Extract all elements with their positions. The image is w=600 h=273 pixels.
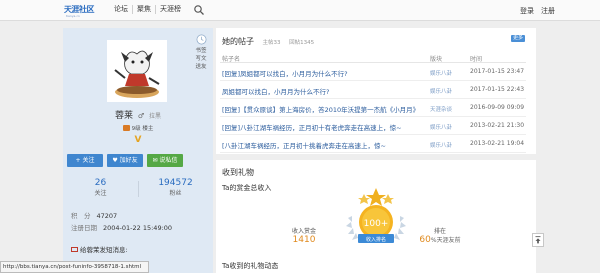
main-nav: 论坛 聚焦 天涯榜	[110, 5, 185, 14]
private-message-button[interactable]: ✉ 说私信	[147, 154, 183, 167]
post-time: 2016-09-09 09:09	[470, 104, 525, 111]
following-label: 关注	[94, 190, 107, 197]
nav-item-ranking[interactable]: 天涯榜	[156, 5, 185, 14]
col-board: 版块	[430, 56, 443, 63]
level-text: 9级 楼主	[131, 126, 154, 132]
score-label: 积 分	[71, 212, 91, 220]
register-date-value: 2004-01-22 15:49:00	[103, 224, 173, 232]
user-name-row: 蓉莱 ♂ 拉黑	[63, 108, 213, 121]
post-time: 2017-01-15 23:47	[470, 68, 525, 75]
write-link[interactable]: 写文	[191, 55, 211, 63]
logo-subtext: tianya.cn	[66, 14, 80, 18]
post-board-link[interactable]: 娱乐八卦	[430, 87, 452, 95]
following-stat[interactable]: 26 关注	[63, 178, 138, 198]
fans-stat[interactable]: 194572 粉丝	[138, 178, 213, 198]
stats-divider	[138, 181, 139, 197]
nav-item-forum[interactable]: 论坛	[110, 5, 133, 14]
post-time: 2013-02-21 19:04	[470, 140, 525, 147]
action-buttons: + 关注 ♥ 加好友 ✉ 说私信	[67, 154, 183, 167]
post-title-link[interactable]: [八卦江湖车祸经历，正月初十挑着虎奔走在高速上，惊~	[222, 140, 422, 150]
post-title-link[interactable]: 凤姐都可以找白，小月月为什么不行?	[222, 86, 422, 96]
table-row: 凤姐都可以找白，小月月为什么不行? 娱乐八卦 2017-01-15 22:43	[220, 82, 526, 99]
rank-percent-label: 排在	[433, 228, 446, 235]
gift-income-subtitle: Ta的赏金总收入	[222, 184, 272, 192]
income-value: 1410	[292, 235, 316, 245]
rank-percent-box: 排在 60%天涯友前	[412, 226, 468, 245]
main-post-count: 主帖33	[262, 40, 281, 46]
block-link[interactable]: 拉黑	[149, 113, 161, 120]
section-divider	[216, 154, 536, 160]
post-board-link[interactable]: 娱乐八卦	[430, 123, 452, 131]
following-count: 26	[94, 178, 107, 188]
more-posts-button[interactable]: 更多	[511, 35, 525, 42]
post-board-link[interactable]: 娱乐八卦	[430, 69, 452, 77]
fans-count: 194572	[158, 178, 193, 188]
register-date-label: 注册日期	[71, 224, 97, 232]
post-time: 2017-01-15 22:43	[470, 86, 525, 93]
col-time: 时间	[470, 56, 483, 63]
side-quick-links: 书签 写文 送友	[191, 34, 211, 71]
verified-v-icon: V	[134, 135, 142, 145]
table-row: [八卦江湖车祸经历，正月初十挑着虎奔走在高速上，惊~ 娱乐八卦 2013-02-…	[220, 136, 526, 153]
income-label: 收入赏金	[291, 228, 316, 235]
post-title-link[interactable]: [回复]凤姐都可以找白，小月月为什么不行?	[222, 68, 422, 78]
send-message-label: 给蓉茉发短消息:	[80, 246, 128, 254]
rank-value: 100+	[364, 219, 389, 229]
rank-medal-icon: 100+ 收入排名	[346, 188, 406, 243]
rank-label: 收入排名	[366, 236, 386, 243]
clock-icon	[196, 34, 206, 45]
table-row: [回复]八卦江湖车祸经历，正月初十有老虎奔走在高速上，惊~ 娱乐八卦 2013-…	[220, 118, 526, 135]
table-row: [回复]凤姐都可以找白，小月月为什么不行? 娱乐八卦 2017-01-15 23…	[220, 64, 526, 81]
envelope-icon	[71, 247, 78, 252]
posts-table-header: 帖子名 版块 时间	[220, 52, 526, 63]
col-title: 帖子名	[222, 56, 241, 63]
gifts-section-title: 收到礼物	[222, 168, 254, 177]
username: 蓉莱	[114, 111, 133, 121]
score-value: 47207	[96, 212, 118, 220]
profile-sidebar: 书签 写文 送友 蓉莱 ♂ 拉黑 9级 楼主 V + 关注 ♥ 加好友 ✉ 说私…	[63, 28, 213, 273]
post-board-link[interactable]: 娱乐八卦	[430, 141, 452, 149]
post-title-link[interactable]: [回复]【贯众原谈】第上海房价，答2010年沃提第一杰航《小月月》	[222, 104, 422, 114]
search-icon[interactable]	[193, 4, 205, 16]
register-link[interactable]: 注册	[541, 6, 555, 16]
post-time: 2013-02-21 21:30	[470, 122, 525, 129]
status-bar-url: http://bbs.tianya.cn/post-funinfo-395871…	[0, 261, 149, 273]
gift-friend-link[interactable]: 送友	[191, 63, 211, 71]
follow-button[interactable]: + 关注	[67, 154, 103, 167]
post-board-link[interactable]: 天涯杂谈	[430, 105, 452, 113]
gender-icon: ♂	[137, 112, 145, 120]
send-message-row[interactable]: 给蓉茉发短消息:	[63, 244, 213, 254]
register-date-row: 注册日期 2004-01-22 15:49:00	[71, 222, 172, 232]
bookmark-link[interactable]: 书签	[191, 47, 211, 55]
income-box: 收入赏金 1410	[284, 226, 324, 245]
table-row: [回复]【贯众原谈】第上海房价，答2010年沃提第一杰航《小月月》 天涯杂谈 2…	[220, 100, 526, 117]
main-content: 她的帖子 主帖33 回帖1345 更多 帖子名 版块 时间 [回复]凤姐都可以找…	[216, 28, 536, 273]
add-friend-button[interactable]: ♥ 加好友	[107, 154, 143, 167]
posts-title: 她的帖子	[222, 37, 254, 46]
tianya-logo[interactable]: 天涯社区 tianya.cn	[64, 3, 100, 18]
nav-item-focus[interactable]: 聚焦	[133, 5, 156, 14]
fans-label: 粉丝	[169, 190, 182, 197]
user-avatar[interactable]	[107, 40, 167, 102]
level-icon	[122, 125, 130, 131]
login-link[interactable]: 登录	[520, 6, 534, 16]
back-to-top-icon[interactable]	[532, 233, 544, 247]
top-navbar: 天涯社区 tianya.cn 论坛 聚焦 天涯榜 登录 注册	[0, 0, 600, 21]
level-badge: 9级 楼主	[63, 124, 213, 132]
posts-section-title: 她的帖子 主帖33 回帖1345	[222, 36, 314, 47]
score-row: 积 分 47207	[71, 210, 117, 220]
post-title-link[interactable]: [回复]八卦江湖车祸经历，正月初十有老虎奔走在高速上，惊~	[222, 122, 422, 132]
gift-activity-title: Ta收到的礼物动态	[222, 262, 279, 270]
reply-count: 回帖1345	[289, 40, 315, 46]
rank-percent-suffix: %天涯友前	[430, 237, 461, 244]
rank-percent-value: 60	[419, 235, 431, 245]
